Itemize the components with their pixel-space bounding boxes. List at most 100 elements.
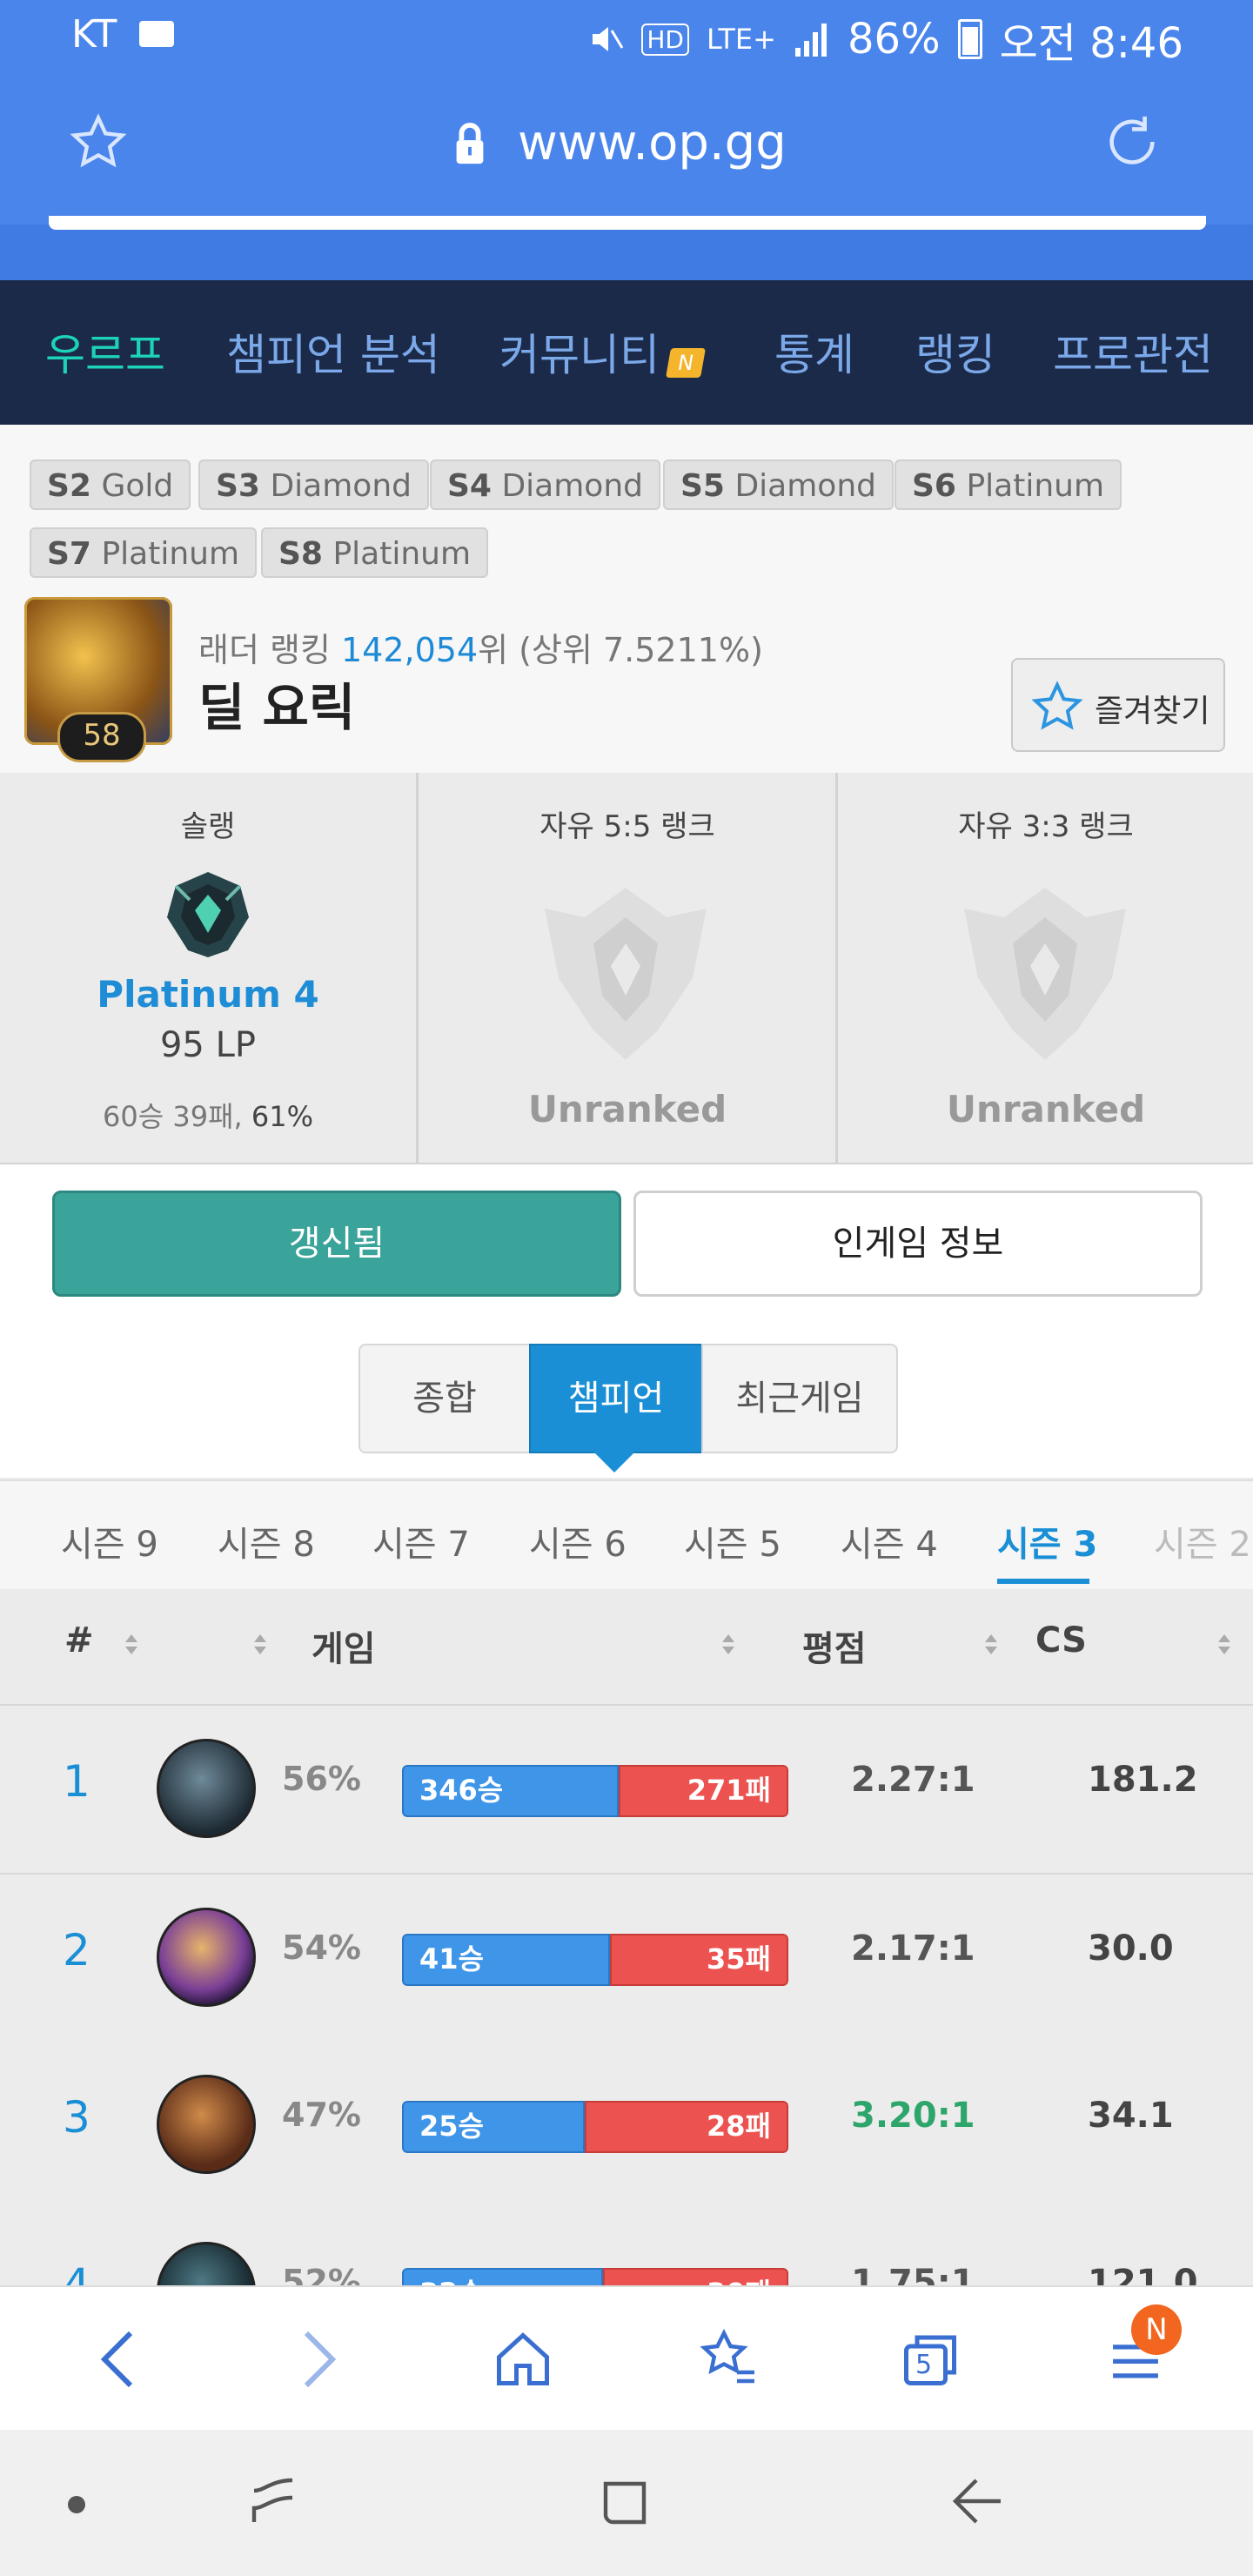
summoner-name: 딜 요릭 <box>198 678 356 737</box>
wins: 25승 <box>402 2101 585 2153</box>
unranked-emblem-icon <box>964 888 1126 1060</box>
system-nav-bar <box>0 2430 1253 2576</box>
flex5-status: Unranked <box>527 1088 727 1130</box>
tab-champion[interactable]: 챔피언 <box>529 1344 703 1453</box>
nav-ranking[interactable]: 랭킹 <box>915 320 995 383</box>
refresh-button[interactable]: 갱신됨 <box>52 1191 621 1297</box>
nav-champion-analysis[interactable]: 챔피언 분석 <box>226 320 440 383</box>
tab-season-2[interactable]: 시즌 2 <box>1154 1516 1251 1566</box>
row-cs: 34.1 <box>1088 2096 1174 2136</box>
bookmark-star-icon[interactable] <box>70 113 127 171</box>
table-row[interactable]: 2 54% 41승 35패 2.17:1 30.0 <box>0 1875 1253 2043</box>
season-badge: S3 Diamond <box>198 460 429 510</box>
home-icon[interactable] <box>492 2329 553 2390</box>
action-area: 갱신됨 인게임 정보 종합 챔피언 최근게임 <box>0 1164 1253 1478</box>
losses: 271패 <box>619 1765 788 1817</box>
win-loss-bar: 25승 28패 <box>402 2101 788 2153</box>
row-kda: 3.20:1 <box>851 2096 975 2136</box>
favorite-label: 즐겨찾기 <box>1095 694 1210 729</box>
star-icon <box>1031 681 1083 730</box>
lock-icon <box>456 122 484 164</box>
nav-pro-match[interactable]: 프로관전 <box>1053 320 1213 383</box>
season-tabs: 시즌 9 시즌 8 시즌 7 시즌 6 시즌 5 시즌 4 시즌 3 시즌 2 <box>0 1479 1253 1591</box>
carrier-label: KT <box>71 12 117 57</box>
lte-label: LTE+ <box>706 23 776 56</box>
season-badge: S4 Diamond <box>430 460 660 510</box>
nav-stats[interactable]: 통계 <box>774 320 854 383</box>
queue-label: 자유 3:3 랭크 <box>958 809 1134 844</box>
tab-overview[interactable]: 종합 <box>358 1344 531 1453</box>
tab-recent-games[interactable]: 최근게임 <box>701 1344 898 1453</box>
browser-toolbar: 5 N <box>0 2285 1253 2432</box>
summoner-level: 58 <box>57 712 146 762</box>
tab-season-8[interactable]: 시즌 8 <box>218 1516 315 1566</box>
col-cs[interactable]: CS <box>1035 1620 1087 1660</box>
row-winrate: 56% <box>282 1760 361 1798</box>
active-season-underline <box>997 1579 1089 1584</box>
tab-season-5[interactable]: 시즌 5 <box>684 1516 781 1566</box>
season-badge: S8 Platinum <box>261 527 489 578</box>
ingame-info-button[interactable]: 인게임 정보 <box>633 1191 1203 1297</box>
nav-community[interactable]: 커뮤니티 N <box>499 320 706 383</box>
recent-dot-icon[interactable] <box>68 2496 85 2513</box>
flex3-rank-panel: 자유 3:3 랭크 Unranked <box>839 773 1253 1163</box>
address-bar: www.op.gg <box>0 77 1253 285</box>
ladder-prefix: 래더 랭킹 <box>198 631 341 669</box>
back-icon[interactable] <box>96 2329 139 2390</box>
row-kda: 2.17:1 <box>851 1929 975 1969</box>
row-cs: 30.0 <box>1088 1929 1174 1969</box>
solo-winrate: 61% <box>251 1100 313 1133</box>
champion-icon[interactable] <box>157 1739 256 1838</box>
reload-icon[interactable] <box>1102 111 1163 172</box>
solo-tier: Platinum 4 <box>97 973 319 1016</box>
battery-icon <box>957 19 982 59</box>
solo-lp: 95 LP <box>159 1025 257 1065</box>
tab-season-4[interactable]: 시즌 4 <box>841 1516 938 1566</box>
battery-percent: 86% <box>847 15 941 64</box>
tab-season-6[interactable]: 시즌 6 <box>529 1516 626 1566</box>
hd-badge: HD <box>641 23 689 56</box>
row-rank: 1 <box>63 1756 90 1807</box>
recents-icon[interactable] <box>247 2473 299 2529</box>
table-row[interactable]: 1 56% 346승 271패 2.27:1 181.2 <box>0 1706 1253 1875</box>
flex3-status: Unranked <box>946 1088 1146 1130</box>
col-kda[interactable]: 평점 <box>802 1620 867 1671</box>
bookmarks-icon[interactable] <box>696 2329 761 2390</box>
tabs-button[interactable]: 5 <box>900 2329 961 2390</box>
ladder-ranking: 래더 랭킹 142,054위 (상위 7.5211%) <box>198 623 763 671</box>
system-back-icon[interactable] <box>948 2473 1004 2529</box>
row-winrate: 47% <box>282 2096 361 2134</box>
favorite-button[interactable]: 즐겨찾기 <box>1011 658 1225 752</box>
tab-season-9[interactable]: 시즌 9 <box>61 1516 158 1566</box>
home-button-icon[interactable] <box>599 2473 654 2529</box>
champion-icon[interactable] <box>157 2075 256 2174</box>
solo-rank-panel: 솔랭 Platinum 4 95 LP 60승 39패, 61% <box>0 773 419 1163</box>
queue-label: 자유 5:5 랭크 <box>539 809 715 844</box>
col-rank[interactable]: # <box>64 1620 94 1660</box>
flex5-rank-panel: 자유 5:5 랭크 Unranked <box>419 773 838 1163</box>
tab-season-7[interactable]: 시즌 7 <box>372 1516 470 1566</box>
season-badge: S7 Platinum <box>30 527 258 578</box>
losses: 35패 <box>610 1934 788 1986</box>
col-games[interactable]: 게임 <box>312 1620 376 1671</box>
url-text[interactable]: www.op.gg <box>518 115 787 171</box>
tab-count: 5 <box>915 2350 933 2380</box>
mute-icon <box>593 27 624 51</box>
platinum-emblem-icon <box>167 872 249 957</box>
forward-icon[interactable] <box>298 2329 341 2390</box>
tab-season-3[interactable]: 시즌 3 <box>997 1516 1097 1566</box>
new-badge: N <box>666 348 706 378</box>
status-icons: HD LTE+ 86% 오전 8:46 <box>589 9 1183 70</box>
summoner-profile: S2 Gold S3 Diamond S4 Diamond S5 Diamond… <box>0 425 1253 775</box>
unranked-emblem-icon <box>545 888 707 1060</box>
season-badge: S6 Platinum <box>895 460 1122 510</box>
row-rank: 3 <box>63 2092 90 2143</box>
nav-urf[interactable]: 우르프 <box>45 320 165 383</box>
row-rank: 2 <box>63 1925 90 1976</box>
site-nav: 우르프 챔피언 분석 커뮤니티 N 통계 랭킹 프로관전 <box>0 280 1253 425</box>
search-bar-edge <box>49 216 1206 230</box>
row-winrate: 54% <box>282 1929 361 1967</box>
champion-icon[interactable] <box>157 1908 256 2007</box>
table-row[interactable]: 3 47% 25승 28패 3.20:1 34.1 <box>0 2042 1253 2210</box>
wins: 346승 <box>402 1765 620 1817</box>
